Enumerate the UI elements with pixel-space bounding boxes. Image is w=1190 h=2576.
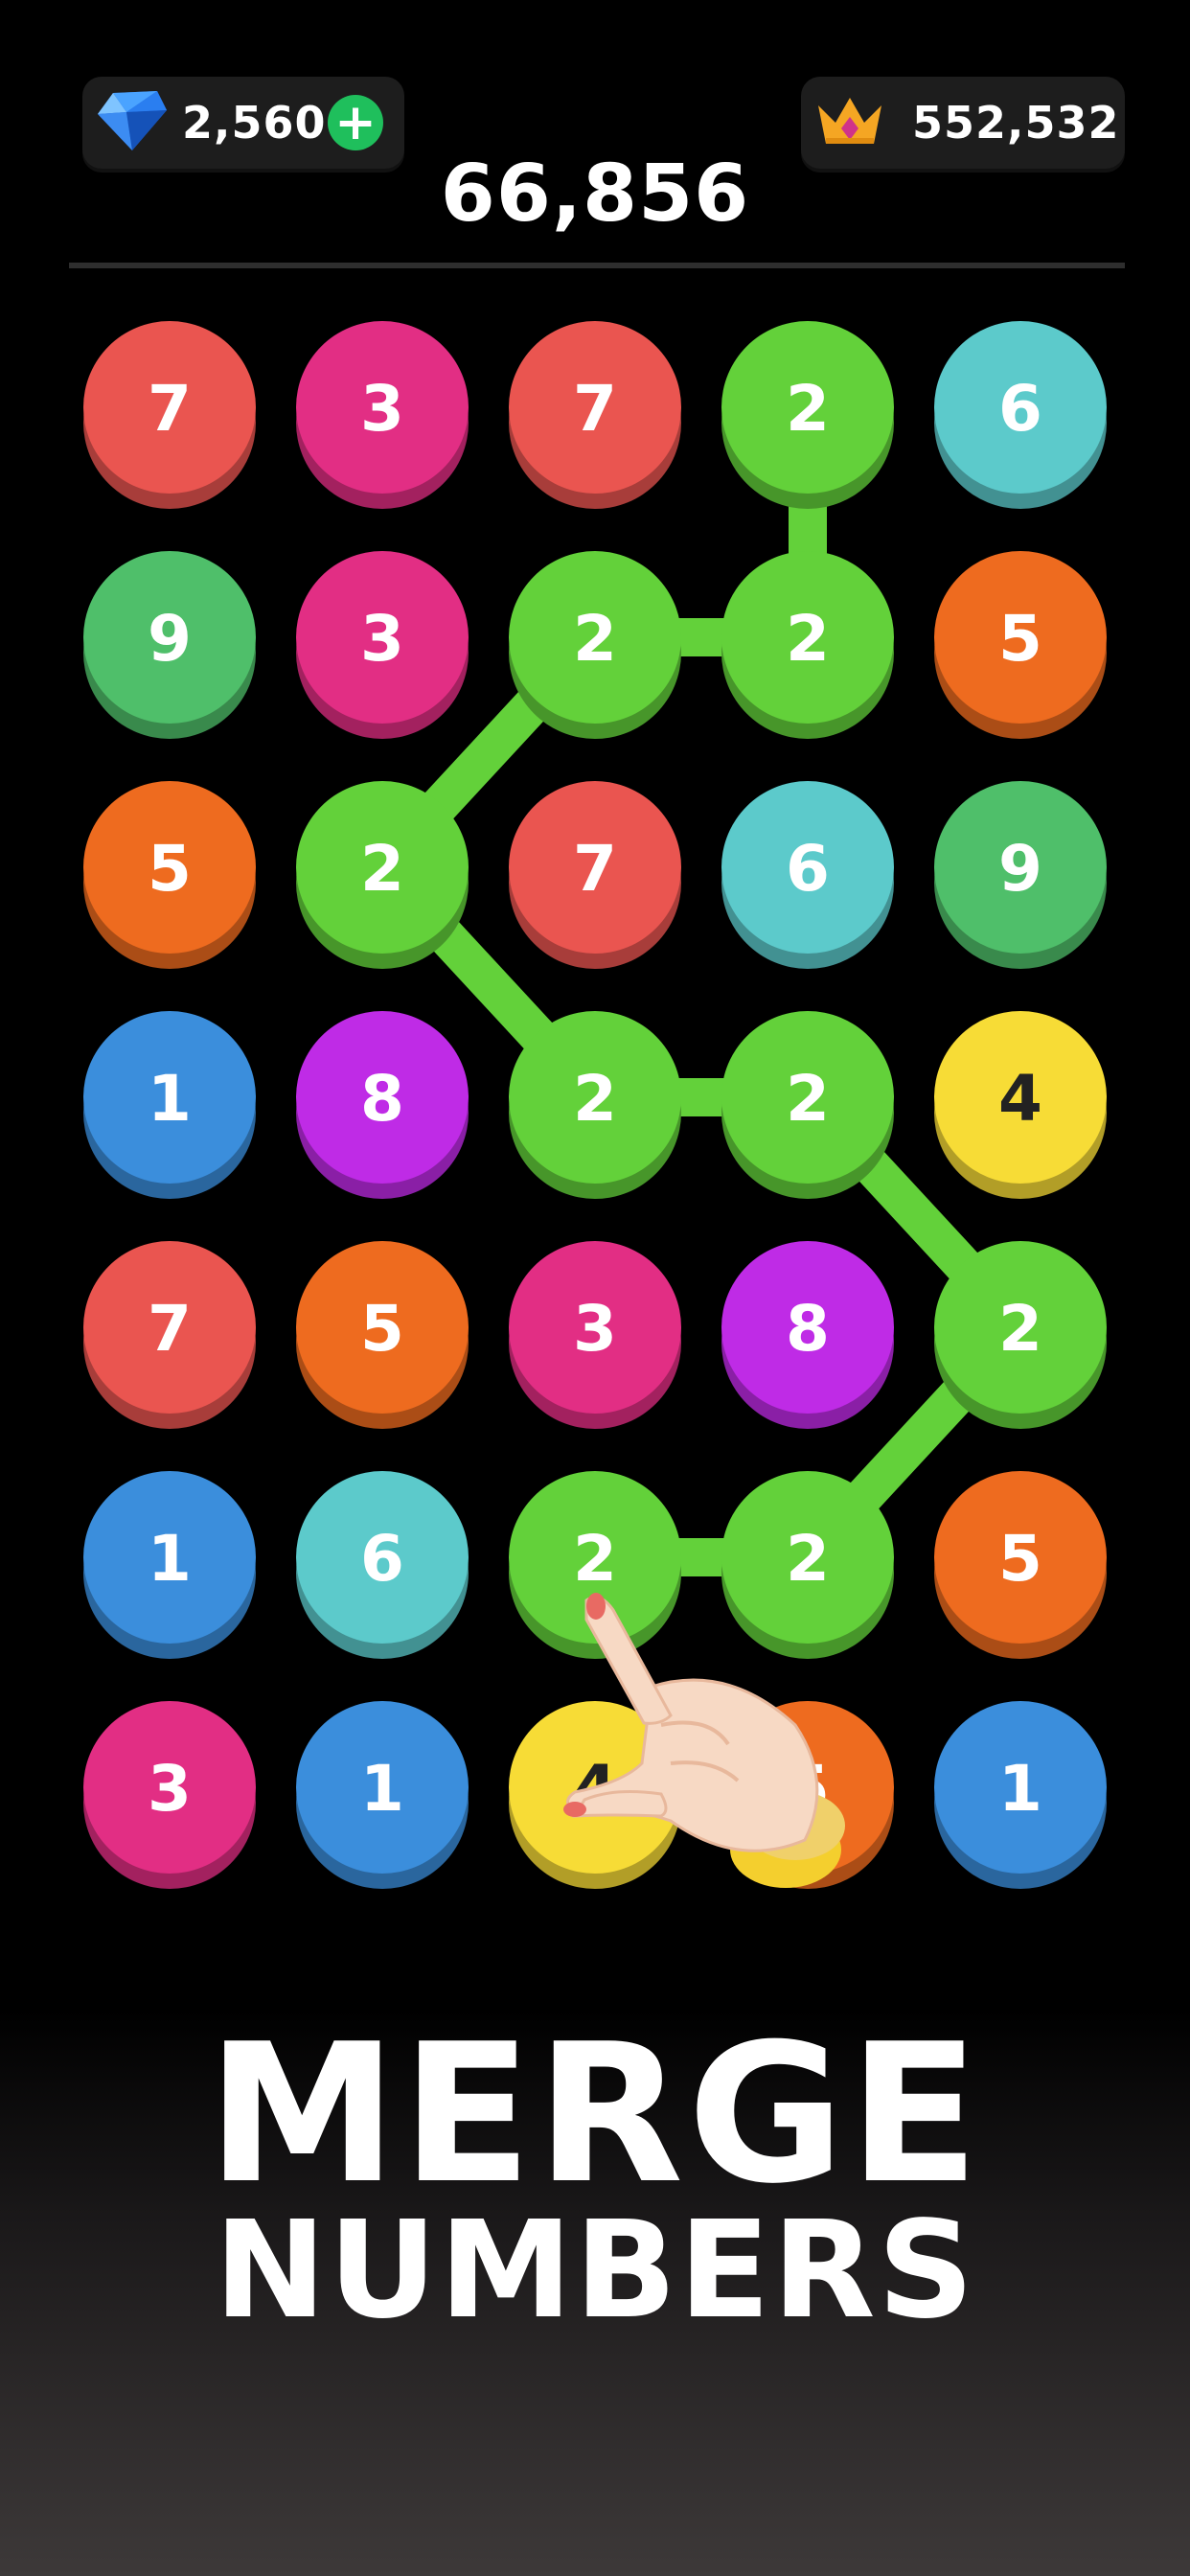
tile-value: 4 xyxy=(998,1062,1042,1136)
number-tile[interactable]: 2 xyxy=(934,1241,1107,1429)
number-tile[interactable]: 8 xyxy=(296,1011,469,1199)
tile-value: 1 xyxy=(148,1062,192,1136)
tile-value: 5 xyxy=(998,602,1042,676)
tile-value: 5 xyxy=(360,1292,404,1366)
tile-value: 8 xyxy=(360,1062,404,1136)
tile-value: 7 xyxy=(573,832,617,906)
number-tile[interactable]: 3 xyxy=(296,551,469,739)
tile-value: 1 xyxy=(360,1752,404,1826)
tile-value: 8 xyxy=(786,1292,830,1366)
number-tile[interactable]: 7 xyxy=(83,321,256,509)
tile-value: 7 xyxy=(148,372,192,446)
number-tile[interactable]: 2 xyxy=(509,551,681,739)
number-tile[interactable]: 2 xyxy=(296,781,469,969)
number-tile[interactable]: 1 xyxy=(83,1011,256,1199)
number-tile[interactable]: 5 xyxy=(83,781,256,969)
tile-value: 2 xyxy=(360,832,404,906)
game-board[interactable]: 73726932255276918224753821622531451 xyxy=(0,0,1190,1917)
number-tile[interactable]: 5 xyxy=(934,1471,1107,1659)
number-tile[interactable]: 7 xyxy=(83,1241,256,1429)
tile-value: 2 xyxy=(786,1522,830,1596)
tile-value: 3 xyxy=(573,1292,617,1366)
tile-value: 2 xyxy=(786,602,830,676)
number-tile[interactable]: 3 xyxy=(83,1701,256,1889)
number-tile[interactable]: 2 xyxy=(721,551,894,739)
tile-value: 9 xyxy=(998,832,1042,906)
number-tile[interactable]: 7 xyxy=(509,321,681,509)
number-tile[interactable]: 9 xyxy=(83,551,256,739)
tile-value: 5 xyxy=(998,1522,1042,1596)
tile-value: 2 xyxy=(998,1292,1042,1366)
tile-value: 2 xyxy=(786,1062,830,1136)
number-tile[interactable]: 6 xyxy=(934,321,1107,509)
tile-value: 3 xyxy=(360,602,404,676)
headline-numbers: NUMBERS xyxy=(214,2193,976,2349)
number-tile[interactable]: 4 xyxy=(934,1011,1107,1199)
tile-value: 2 xyxy=(573,602,617,676)
number-tile[interactable]: 1 xyxy=(296,1701,469,1889)
tile-value: 6 xyxy=(786,832,830,906)
number-tile[interactable]: 2 xyxy=(721,321,894,509)
tile-value: 1 xyxy=(998,1752,1042,1826)
tile-value: 6 xyxy=(360,1522,404,1596)
number-tile[interactable]: 6 xyxy=(296,1471,469,1659)
tile-value: 7 xyxy=(148,1292,192,1366)
tile-value: 3 xyxy=(360,372,404,446)
number-tile[interactable]: 2 xyxy=(721,1011,894,1199)
number-tile[interactable]: 3 xyxy=(296,321,469,509)
tile-value: 6 xyxy=(998,372,1042,446)
tile-value: 2 xyxy=(573,1522,617,1596)
tile-value: 3 xyxy=(148,1752,192,1826)
tile-value: 5 xyxy=(148,832,192,906)
tile-value: 9 xyxy=(148,602,192,676)
number-tile[interactable]: 6 xyxy=(721,781,894,969)
number-tile[interactable]: 2 xyxy=(509,1011,681,1199)
number-tile[interactable]: 5 xyxy=(934,551,1107,739)
number-tile[interactable]: 1 xyxy=(83,1471,256,1659)
number-tile[interactable]: 2 xyxy=(721,1471,894,1659)
number-tile[interactable]: 3 xyxy=(509,1241,681,1429)
tile-value: 2 xyxy=(786,372,830,446)
number-tile[interactable]: 5 xyxy=(296,1241,469,1429)
tile-value: 7 xyxy=(573,372,617,446)
tile-value: 2 xyxy=(573,1062,617,1136)
number-tile[interactable]: 8 xyxy=(721,1241,894,1429)
tile-value: 1 xyxy=(148,1522,192,1596)
number-tile[interactable]: 9 xyxy=(934,781,1107,969)
number-tile[interactable]: 7 xyxy=(509,781,681,969)
number-tile[interactable]: 1 xyxy=(934,1701,1107,1889)
